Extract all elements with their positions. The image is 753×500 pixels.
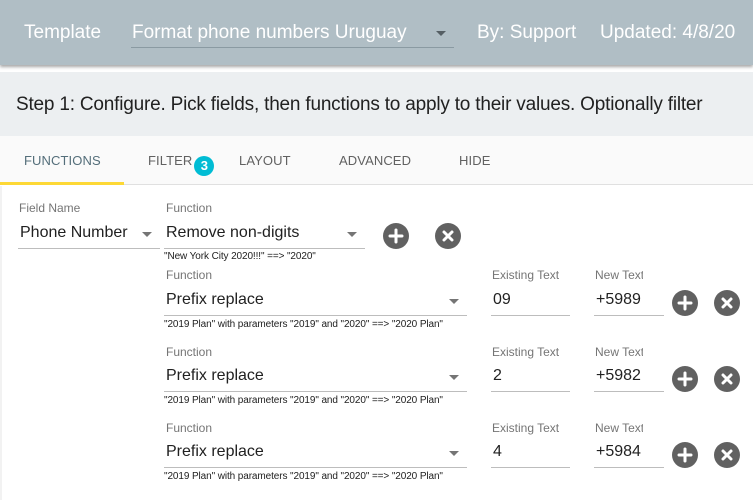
new-text-input[interactable]: +5982 [594,362,664,392]
new-text-input[interactable]: +5984 [594,438,664,468]
function-example-hint: "2019 Plan" with parameters "2019" and "… [164,471,443,482]
function-select-value: Prefix replace [166,291,264,308]
plus-circle-icon [388,228,404,244]
function-select-value: Remove non-digits [166,224,300,241]
function-select-value: Prefix replace [166,443,264,460]
close-circle-icon [721,297,733,309]
existing-text-label: Existing Text [492,421,560,435]
remove-function-button[interactable] [714,442,740,468]
field-name-select[interactable]: Phone Number [18,219,160,249]
add-function-button[interactable] [383,223,409,249]
function-label: Function [166,421,213,435]
new-text-input[interactable]: +5989 [594,286,664,316]
existing-text-value: 4 [493,443,502,460]
chevron-down-icon [436,31,446,36]
chevron-down-icon [449,299,459,304]
step-instructions: Step 1: Configure. Pick fields, then fun… [0,72,753,136]
tab-hide[interactable]: HIDE [459,153,490,168]
tab-filter[interactable]: FILTER 3 [148,153,215,176]
function-example-hint: "2019 Plan" with parameters "2019" and "… [164,395,443,406]
function-select[interactable]: Prefix replace [164,362,467,392]
new-text-label: New Text [595,421,643,435]
chevron-down-icon [449,451,459,456]
plus-circle-icon [677,371,693,387]
plus-circle-icon [677,447,693,463]
function-select[interactable]: Remove non-digits [164,219,365,249]
step-text: Step 1: Configure. Pick fields, then fun… [16,94,703,115]
existing-text-input[interactable]: 2 [491,362,570,392]
new-text-label: New Text [595,268,643,282]
function-label: Function [166,345,213,359]
remove-function-button[interactable] [714,290,740,316]
new-text-value: +5989 [596,291,641,308]
add-function-button[interactable] [672,366,698,392]
tab-advanced[interactable]: ADVANCED [339,153,411,168]
function-example-hint: "New York City 2020!!!" ==> "2020" [164,251,316,262]
existing-text-label: Existing Text [492,345,560,359]
chevron-down-icon [449,375,459,380]
chevron-down-icon [142,232,152,237]
panel-edge [0,186,2,500]
new-text-value: +5982 [596,367,641,384]
function-label: Function [166,268,213,282]
plus-circle-icon [677,295,693,311]
template-updated-date: Updated: 4/8/20 [600,22,736,43]
template-label: Template [24,22,102,43]
new-text-value: +5984 [596,443,641,460]
existing-text-label: Existing Text [492,268,560,282]
field-name-label: Field Name [19,201,81,215]
active-tab-indicator [0,182,124,185]
tab-functions[interactable]: FUNCTIONS [24,153,101,168]
existing-text-value: 09 [493,291,511,308]
function-select-value: Prefix replace [166,367,264,384]
filter-count-badge: 3 [194,156,215,176]
chevron-down-icon [347,232,357,237]
remove-function-button[interactable] [435,223,461,249]
function-select[interactable]: Prefix replace [164,438,467,468]
template-select-value: Format phone numbers Uruguay [132,22,407,43]
function-example-hint: "2019 Plan" with parameters "2019" and "… [164,319,443,330]
close-circle-icon [721,373,733,385]
close-circle-icon [442,230,454,242]
remove-function-button[interactable] [714,366,740,392]
function-select[interactable]: Prefix replace [164,286,467,316]
tab-filter-label: FILTER [148,153,193,168]
tab-layout[interactable]: LAYOUT [239,153,291,168]
new-text-label: New Text [595,345,643,359]
function-label: Function [166,201,213,215]
close-circle-icon [721,449,733,461]
existing-text-value: 2 [493,367,502,384]
field-name-value: Phone Number [20,224,128,241]
add-function-button[interactable] [672,290,698,316]
template-author: By: Support [477,22,577,43]
template-select[interactable]: Format phone numbers Uruguay [131,18,454,48]
template-header: Template Format phone numbers Uruguay By… [0,0,753,65]
existing-text-input[interactable]: 4 [491,438,570,468]
add-function-button[interactable] [672,442,698,468]
existing-text-input[interactable]: 09 [491,286,570,316]
tab-bar: FUNCTIONS FILTER 3 LAYOUT ADVANCED HIDE [0,136,753,185]
